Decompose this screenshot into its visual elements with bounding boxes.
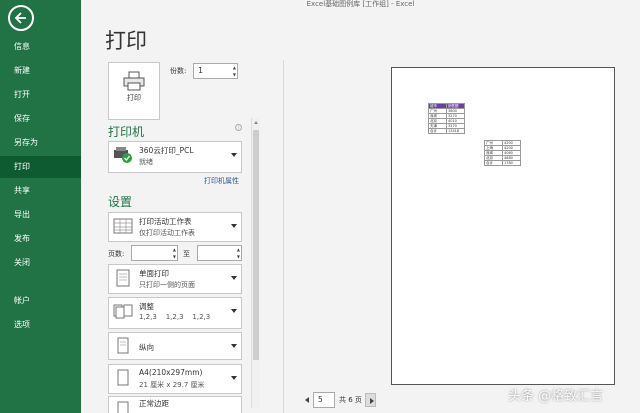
collate-desc: 1,2,3 1,2,3 1,2,3 xyxy=(139,313,211,321)
collate-select[interactable]: 调整 1,2,3 1,2,3 1,2,3 xyxy=(108,297,242,329)
table-cell: 13418 xyxy=(446,128,465,134)
pages-to-label: 至 xyxy=(183,250,190,258)
table-cell: 合计 xyxy=(428,128,447,134)
printer-select[interactable]: 360云打印_PCL 就绪 xyxy=(108,141,242,173)
copies-up-icon[interactable]: ▲ xyxy=(233,65,236,70)
next-page-icon xyxy=(370,398,374,404)
chevron-down-icon xyxy=(231,224,237,228)
margins-select[interactable]: 正常边距 xyxy=(108,396,242,413)
pages-to-input[interactable]: ▲ ▼ xyxy=(197,245,242,261)
printer-status: 就绪 xyxy=(139,158,153,166)
sides-desc: 只打印一侧的页面 xyxy=(139,281,195,289)
orientation-title: 纵向 xyxy=(139,343,154,352)
pages-to-up-icon[interactable]: ▲ xyxy=(237,247,240,252)
printer-icon xyxy=(123,71,145,91)
table-row: 合计 1780 xyxy=(484,160,521,166)
print-button[interactable]: 打印 xyxy=(108,62,160,120)
print-what-select[interactable]: 打印活动工作表 仅打印活动工作表 xyxy=(108,212,242,242)
chevron-down-icon xyxy=(231,309,237,313)
margins-title: 正常边距 xyxy=(139,399,169,408)
page-number-input[interactable]: 5 xyxy=(313,392,335,408)
prev-page-icon[interactable] xyxy=(305,397,309,403)
printer-heading: 打印机 xyxy=(108,125,145,139)
paper-size-select[interactable]: A4(210x297mm) 21 厘米 x 29.7 厘米 xyxy=(108,364,242,394)
chevron-down-icon xyxy=(231,153,237,157)
panel-divider xyxy=(283,60,284,413)
nav-print[interactable]: 打印 xyxy=(0,156,81,178)
printer-ready-icon xyxy=(114,147,132,163)
print-what-desc: 仅打印活动工作表 xyxy=(139,229,195,237)
chevron-down-icon xyxy=(231,376,237,380)
back-arrow-icon xyxy=(14,12,26,24)
nav-publish[interactable]: 发布 xyxy=(0,228,81,250)
collate-icon xyxy=(113,304,133,319)
back-button[interactable] xyxy=(8,5,34,31)
margins-icon xyxy=(117,401,129,413)
page-title: 打印 xyxy=(105,29,147,53)
chevron-down-icon xyxy=(231,344,237,348)
print-button-label: 打印 xyxy=(127,94,141,102)
nav-share[interactable]: 共享 xyxy=(0,180,81,202)
printer-name: 360云打印_PCL xyxy=(139,146,194,155)
sides-title: 单面打印 xyxy=(139,269,169,278)
printer-properties-link[interactable]: 打印机属性 xyxy=(204,176,239,186)
copies-input[interactable]: 1 ▲ ▼ xyxy=(193,63,238,79)
next-page-button[interactable] xyxy=(365,393,376,407)
nav-close[interactable]: 关闭 xyxy=(0,252,81,274)
page-total: 共 6 页 xyxy=(339,396,362,404)
table-cell: 合计 xyxy=(484,160,503,166)
copies-label: 份数: xyxy=(170,67,187,75)
portrait-icon xyxy=(117,337,129,354)
nav-new[interactable]: 新建 xyxy=(0,60,81,82)
nav-export[interactable]: 导出 xyxy=(0,204,81,226)
watermark: 头条 @格致汇言 xyxy=(508,389,604,404)
copies-down-icon[interactable]: ▼ xyxy=(233,72,236,77)
nav-save[interactable]: 保存 xyxy=(0,108,81,130)
preview-table-2: 广州 4200 上海 4200 深圳 4060 北京 4680 合计 1780 xyxy=(484,140,521,166)
orientation-select[interactable]: 纵向 xyxy=(108,332,242,360)
paper-size-icon xyxy=(117,369,129,386)
pages-from-input[interactable]: ▲ ▼ xyxy=(131,245,178,261)
chevron-down-icon xyxy=(231,276,237,280)
pages-label: 页数: xyxy=(108,250,125,258)
sheet-grid-icon xyxy=(113,218,133,234)
pages-from-up-icon[interactable]: ▲ xyxy=(173,247,176,252)
nav-info[interactable]: 信息 xyxy=(0,36,81,58)
table-row: 合计 13418 xyxy=(428,128,465,134)
paper-size-title: A4(210x297mm) xyxy=(139,368,203,377)
preview-table-1: 城市 销售额 广州 3800 深圳 3270 北京 4010 天津 3270 合计 1341… xyxy=(428,103,465,134)
table-cell: 1780 xyxy=(502,160,521,166)
pages-from-down-icon[interactable]: ▼ xyxy=(173,254,176,259)
sides-select[interactable]: 单面打印 只打印一侧的页面 xyxy=(108,264,242,294)
paper-size-desc: 21 厘米 x 29.7 厘米 xyxy=(139,381,205,389)
scrollbar-thumb[interactable] xyxy=(253,130,259,360)
pages-to-down-icon[interactable]: ▼ xyxy=(237,254,240,259)
settings-heading: 设置 xyxy=(108,195,133,209)
nav-open[interactable]: 打开 xyxy=(0,84,81,106)
scroll-up-icon[interactable] xyxy=(254,121,258,124)
backstage-sidebar: 信息 新建 打开 保存 另存为 打印 共享 导出 发布 关闭 帐户 选项 xyxy=(0,0,81,413)
nav-account[interactable]: 帐户 xyxy=(0,290,81,312)
info-icon[interactable]: i xyxy=(235,124,242,131)
copies-value: 1 xyxy=(198,66,204,75)
settings-scrollbar[interactable] xyxy=(251,118,260,408)
single-page-icon xyxy=(116,269,130,287)
nav-save-as[interactable]: 另存为 xyxy=(0,132,81,154)
print-what-title: 打印活动工作表 xyxy=(139,217,192,226)
window-title: Excel基础图例库 [工作组] - Excel xyxy=(306,0,415,8)
print-preview-page: 城市 销售额 广州 3800 深圳 3270 北京 4010 天津 3270 合计 1341… xyxy=(391,67,615,385)
nav-options[interactable]: 选项 xyxy=(0,314,81,336)
collate-title: 调整 xyxy=(139,302,154,311)
